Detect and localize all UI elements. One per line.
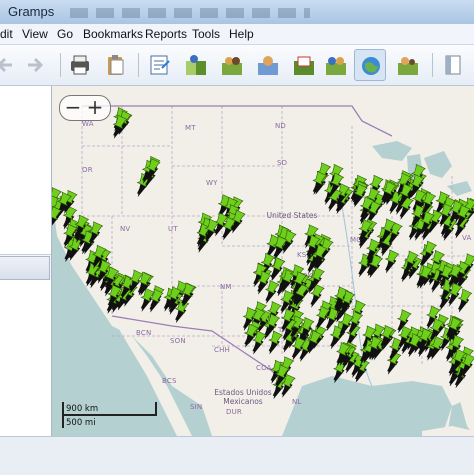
place-marker-icon[interactable] xyxy=(268,375,287,401)
toolbar-separator xyxy=(138,53,139,77)
report-icon xyxy=(150,55,170,75)
map-person-icon xyxy=(258,56,278,75)
status-bar xyxy=(0,436,474,475)
clipboard-button[interactable] xyxy=(100,49,132,81)
window-title: Gramps xyxy=(8,4,55,19)
sidebar-top-panel xyxy=(0,86,51,255)
place-marker-icon[interactable] xyxy=(52,205,62,231)
globe-map-icon xyxy=(362,57,380,75)
print-button[interactable] xyxy=(64,49,96,81)
map-kinship-icon xyxy=(398,57,418,75)
back-arrow-icon xyxy=(0,57,12,73)
menu-help[interactable]: Help xyxy=(229,27,254,41)
menu-reports[interactable]: Reports xyxy=(145,27,187,41)
sidebar-bottom-panel xyxy=(0,280,51,436)
scale-tick xyxy=(62,414,64,428)
toolbar xyxy=(0,45,474,86)
scale-tick xyxy=(62,402,64,414)
map-all-places-button[interactable] xyxy=(180,49,212,81)
scale-tick xyxy=(155,402,157,414)
map-events-button[interactable] xyxy=(288,49,320,81)
map-lifeway-icon xyxy=(326,57,346,75)
scale-bar-line xyxy=(62,414,157,416)
map-kinship-button[interactable] xyxy=(392,49,424,81)
map-family-icon xyxy=(222,57,242,75)
map-places-icon xyxy=(186,55,206,75)
zoom-out-button[interactable]: − xyxy=(63,97,83,118)
sidebar-toggle-icon xyxy=(445,55,461,75)
sidebar-toggle-button[interactable] xyxy=(438,49,470,81)
printer-icon xyxy=(71,55,89,75)
pin-markers-layer xyxy=(52,107,474,401)
map-view[interactable]: WA MT ND OR SD WY NV UT KS MO CA AZ NM O… xyxy=(52,86,474,436)
map-events-icon xyxy=(294,56,314,75)
sidebar-tab[interactable] xyxy=(0,256,50,280)
zoom-in-button[interactable]: + xyxy=(85,97,105,118)
title-bar: Gramps xyxy=(0,0,474,25)
forward-arrow-icon xyxy=(28,57,44,73)
map-family-button[interactable] xyxy=(216,49,248,81)
menu-bar: dit View Go Bookmarks Reports Tools Help xyxy=(0,24,474,45)
map-scale: 900 km 500 mi xyxy=(62,402,157,430)
sidebar xyxy=(0,86,52,436)
zoom-control: − + xyxy=(59,95,111,121)
map-lifeway-button[interactable] xyxy=(320,49,352,81)
menu-tools[interactable]: Tools xyxy=(192,27,220,41)
map-places-active-button[interactable] xyxy=(354,49,386,81)
toolbar-separator xyxy=(60,53,61,77)
forward-button[interactable] xyxy=(20,49,52,81)
back-button[interactable] xyxy=(0,49,20,81)
clipboard-icon xyxy=(108,55,124,75)
menu-view[interactable]: View xyxy=(22,27,48,41)
menu-go[interactable]: Go xyxy=(57,27,73,41)
scale-label-metric: 900 km xyxy=(66,404,99,414)
title-bar-ghost-text xyxy=(70,8,310,18)
menu-bookmarks[interactable]: Bookmarks xyxy=(83,27,143,41)
map-person-button[interactable] xyxy=(252,49,284,81)
report-button[interactable] xyxy=(144,49,176,81)
menu-edit[interactable]: dit xyxy=(0,27,13,41)
scale-label-imperial: 500 mi xyxy=(66,418,96,428)
toolbar-separator xyxy=(432,53,433,77)
